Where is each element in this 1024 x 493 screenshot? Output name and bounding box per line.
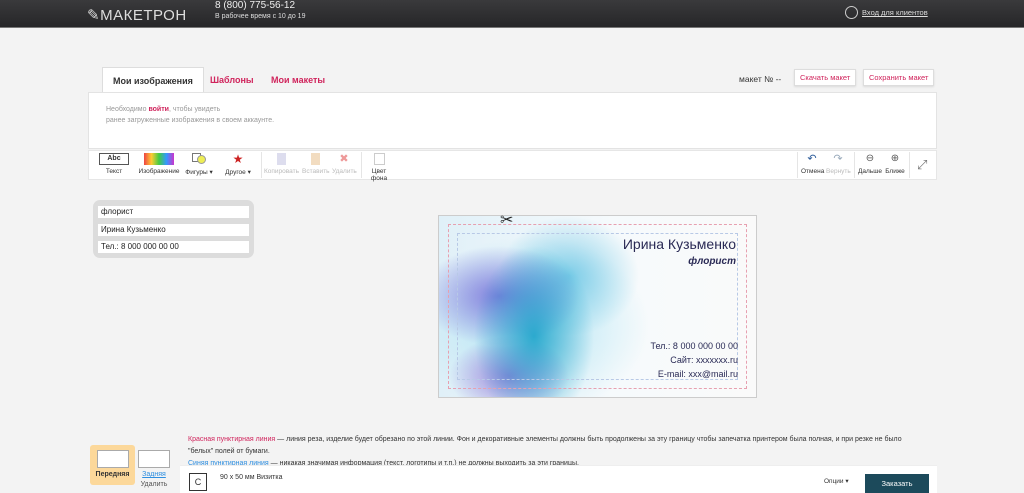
color-swatch-icon	[373, 153, 385, 165]
label: Текст	[105, 168, 123, 175]
redo-icon: ↷	[833, 153, 843, 165]
undo-icon: ↶	[807, 153, 817, 165]
bg-color-button[interactable]: Цвет фона	[364, 153, 394, 182]
label: Копировать	[264, 168, 299, 175]
back-thumbnail	[138, 450, 170, 468]
paste-icon	[310, 153, 320, 165]
red-line-label: Красная пунктирная линия	[188, 436, 276, 443]
login-note: Необходимо войти, чтобы увидеть ранее заг…	[106, 104, 274, 126]
options-dropdown[interactable]: Опции ▾	[824, 477, 849, 485]
field-name[interactable]: Ирина Кузьменко	[98, 224, 249, 236]
zoom-out-icon: ⊖	[865, 153, 875, 164]
tab-templates[interactable]: Шаблоны	[200, 67, 264, 93]
shapes-icon	[192, 153, 206, 165]
business-card-canvas[interactable]: Ирина Кузьменко флорист Тел.: 8 000 000 …	[438, 215, 757, 398]
label: Дальше	[858, 168, 883, 175]
note-text: , чтобы увидеть	[168, 106, 221, 113]
undo-button[interactable]: ↶ Отмена	[801, 153, 825, 175]
text-tool[interactable]: Abc Текст	[98, 153, 130, 175]
product-icon: C	[189, 473, 207, 491]
card-title[interactable]: флорист	[688, 256, 736, 267]
red-line-text: — линия реза, изделие будет обрезано по …	[188, 436, 902, 455]
card-email[interactable]: E-mail: xxx@mail.ru	[658, 369, 738, 379]
shapes-tool[interactable]: Фигуры ▾	[183, 153, 215, 176]
copy-icon	[276, 153, 286, 165]
star-icon: ★	[232, 152, 244, 166]
label: Передняя	[95, 471, 130, 478]
divider	[854, 152, 855, 178]
login-inline-link[interactable]: войти	[148, 106, 169, 113]
card-phone[interactable]: Тел.: 8 000 000 00 00	[650, 341, 738, 351]
field-title[interactable]: флорист	[98, 206, 249, 218]
logo[interactable]: ✎МАКЕТРОН	[87, 6, 187, 24]
label: Отмена	[801, 168, 825, 175]
divider	[261, 152, 262, 178]
note-text: Необходимо	[106, 106, 149, 113]
label: Задняя	[142, 471, 166, 478]
other-tool[interactable]: ★ Другое ▾	[222, 153, 254, 176]
redo-button[interactable]: ↷ Вернуть	[826, 153, 851, 175]
zoom-in-button[interactable]: ⊕ Ближе	[884, 153, 906, 175]
fullscreen-icon[interactable]: ⤢	[917, 157, 927, 173]
layout-number: макет № --	[739, 74, 782, 84]
tab-my-layouts[interactable]: Мои макеты	[261, 67, 335, 93]
product-name: 90 x 50 мм Визитка	[220, 474, 283, 481]
label: Вернуть	[826, 168, 851, 175]
tab-my-images[interactable]: Мои изображения	[102, 67, 204, 93]
divider	[361, 152, 362, 178]
label: Опции	[824, 478, 844, 485]
card-site[interactable]: Сайт: xxxxxxx.ru	[670, 355, 738, 365]
front-thumbnail	[96, 450, 129, 468]
paste-button[interactable]: Вставить	[302, 153, 330, 175]
zoom-out-button[interactable]: ⊖ Дальше	[858, 153, 882, 175]
card-name[interactable]: Ирина Кузьменко	[623, 236, 736, 252]
save-button[interactable]: Сохранить макет	[863, 69, 935, 86]
label: Другое	[225, 169, 246, 176]
image-icon	[144, 153, 174, 165]
delete-icon: ✖	[339, 153, 349, 165]
download-button[interactable]: Скачать макет	[794, 69, 857, 86]
hours: В рабочее время с 10 до 19	[215, 13, 306, 20]
label: Цвет фона	[370, 168, 388, 182]
order-button[interactable]: Заказать	[865, 474, 929, 493]
copy-button[interactable]: Копировать	[264, 153, 299, 175]
side-front[interactable]: Передняя	[90, 445, 135, 485]
login-link[interactable]: Вход для клиентов	[845, 6, 928, 19]
divider	[797, 152, 798, 178]
image-tool[interactable]: Изображение	[137, 153, 181, 175]
field-phone[interactable]: Тел.: 8 000 000 00 00	[98, 241, 249, 253]
label: Фигуры	[185, 169, 208, 176]
remove-side-link[interactable]: Удалить	[141, 481, 168, 488]
label: Удалить	[332, 168, 357, 175]
zoom-in-icon: ⊕	[890, 153, 900, 164]
scissors-icon: ✂	[500, 212, 514, 229]
side-back[interactable]: Задняя Удалить	[137, 445, 171, 492]
delete-button[interactable]: ✖ Удалить	[332, 153, 357, 175]
label: Изображение	[138, 168, 180, 175]
login-label: Вход для клиентов	[862, 8, 928, 17]
user-icon	[845, 6, 858, 19]
label: Ближе	[885, 168, 905, 175]
divider	[909, 152, 910, 178]
note-text: ранее загруженные изображения в своем ак…	[106, 117, 275, 124]
abc-icon: Abc	[99, 153, 129, 165]
label: Вставить	[302, 168, 330, 175]
phone: 8 (800) 775-56-12	[215, 0, 296, 11]
logo-text: МАКЕТРОН	[100, 7, 187, 24]
